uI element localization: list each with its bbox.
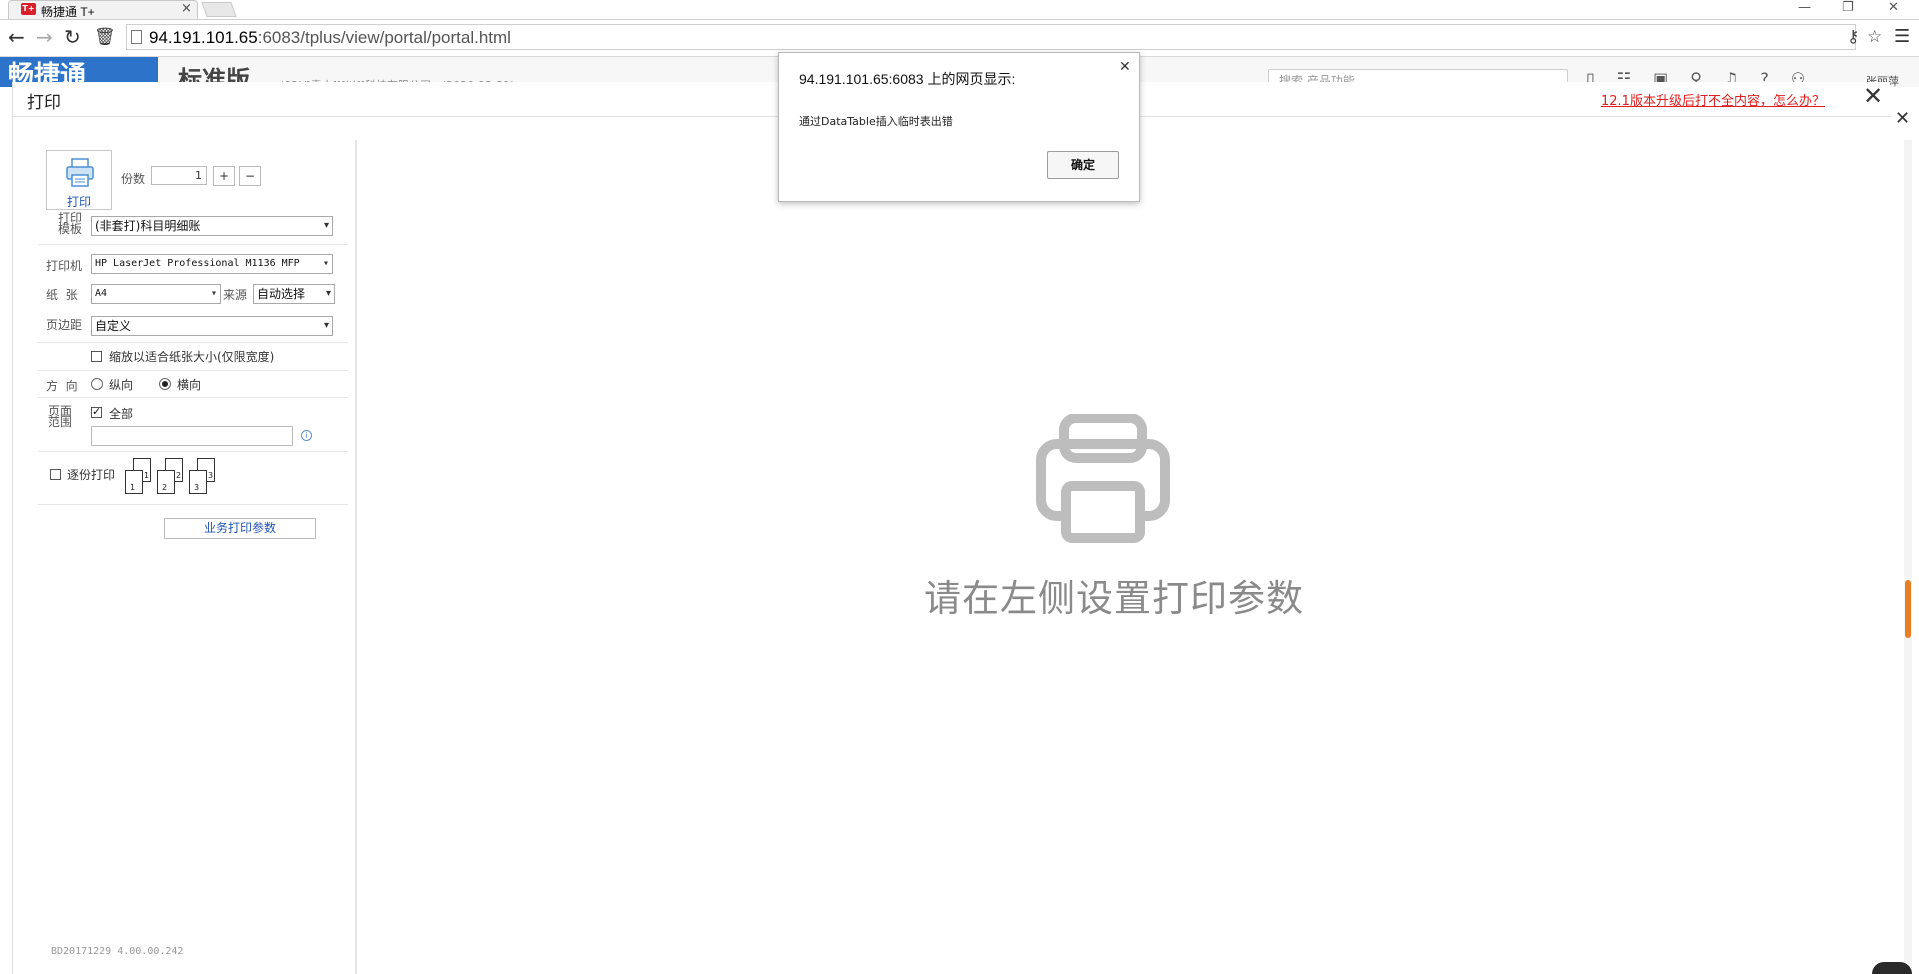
collate-page-number: 1: [130, 483, 136, 492]
chevron-down-icon: ▾: [322, 258, 329, 269]
app-favicon-icon: T+: [21, 3, 36, 15]
alert-dialog: 94.191.101.65:6083 上的网页显示: ✕ 通过DataTable…: [778, 52, 1140, 202]
all-pages-checkbox[interactable]: [91, 405, 102, 418]
collate-page-number: 2: [176, 471, 182, 480]
all-pages-label: 全部: [109, 407, 134, 421]
browser-menu-icon[interactable]: ☰: [1894, 26, 1910, 47]
paper-label: 纸 张: [46, 288, 78, 302]
page-icon: [131, 30, 142, 44]
copies-input[interactable]: 1: [151, 166, 207, 185]
collate-page-number: 3: [208, 471, 214, 480]
reload-icon[interactable]: ↻: [64, 26, 81, 48]
print-settings-panel: 打印 份数 1 + − 打印模板 (非套打)科目明细账 ▾ 打印机 HP Lase…: [13, 140, 357, 974]
alert-title: 94.191.101.65:6083 上的网页显示:: [799, 71, 1016, 87]
paper-select[interactable]: A4 ▾: [91, 284, 221, 304]
print-dialog: 打印 12.1版本升级后打不全内容，怎么办？ ✕ 打印 份数 1 + − 打印模…: [12, 82, 1891, 974]
alert-ok-button[interactable]: 确定: [1047, 151, 1119, 179]
printer-label: 打印机: [46, 259, 83, 273]
tab-title: 畅捷通 T+: [41, 5, 95, 19]
alert-message: 通过DataTable插入临时表出错: [799, 115, 953, 128]
portrait-label: 纵向: [109, 378, 134, 392]
browser-tabstrip: T+ 畅捷通 T+ × — ❐ ✕: [0, 0, 1919, 20]
key-icon[interactable]: ⚷: [1847, 27, 1859, 47]
scroll-corner: [1872, 962, 1912, 974]
landscape-radio[interactable]: [159, 378, 171, 390]
printer-placeholder-icon: [1036, 414, 1170, 543]
new-tab-button[interactable]: [201, 2, 237, 17]
minimize-icon[interactable]: —: [1798, 0, 1811, 15]
printer-icon: [66, 158, 94, 187]
landscape-label: 横向: [177, 378, 202, 392]
business-print-params-button[interactable]: 业务打印参数: [164, 518, 316, 539]
version-text: BD20171229 4.00.00.242: [51, 946, 184, 957]
divider: [38, 342, 348, 343]
collate-page-number: 3: [194, 483, 200, 492]
orientation-label: 方 向: [46, 379, 78, 393]
preview-hint: 请在左侧设置打印参数: [924, 577, 1304, 620]
back-icon[interactable]: ←: [8, 26, 25, 48]
print-dialog-close-icon[interactable]: ✕: [1863, 82, 1883, 110]
trash-icon[interactable]: 🗑: [94, 26, 116, 48]
margin-label: 页边距: [46, 318, 83, 332]
url-text[interactable]: 94.191.101.65:6083/tplus/view/portal/por…: [149, 28, 511, 48]
template-select[interactable]: (非套打)科目明细账 ▾: [91, 216, 333, 236]
print-dialog-title: 打印: [27, 93, 61, 113]
fit-width-label: 缩放以适合纸张大小(仅限宽度): [109, 350, 275, 364]
upgrade-notice-link[interactable]: 12.1版本升级后打不全内容，怎么办？: [1601, 90, 1825, 109]
collate-page-number: 2: [162, 483, 168, 492]
chevron-down-icon: ▾: [323, 320, 329, 331]
copies-minus-button[interactable]: −: [239, 166, 261, 186]
chevron-down-icon: ▾: [325, 288, 331, 299]
alert-close-icon[interactable]: ✕: [1119, 59, 1131, 75]
page-range-input[interactable]: [91, 426, 293, 446]
margin-select[interactable]: 自定义 ▾: [91, 316, 333, 336]
print-button[interactable]: 打印: [46, 150, 112, 210]
page-range-label: 页面范围: [48, 404, 73, 429]
portrait-radio[interactable]: [91, 378, 103, 390]
collate-label: 逐份打印: [67, 468, 116, 482]
printer-select[interactable]: HP LaserJet Professional M1136 MFP ▾: [91, 254, 333, 274]
address-bar[interactable]: 94.191.101.65:6083/tplus/view/portal/por…: [126, 24, 1882, 50]
print-button-label: 打印: [66, 195, 91, 209]
collate-page-number: 1: [144, 471, 150, 480]
outer-close-icon[interactable]: ✕: [1895, 108, 1910, 129]
info-icon[interactable]: i: [301, 430, 312, 441]
template-label: 打印模板: [57, 211, 82, 236]
tab-close-icon[interactable]: ×: [181, 1, 192, 16]
fit-width-checkbox[interactable]: [91, 351, 102, 362]
chevron-down-icon: ▾: [210, 288, 217, 299]
page-scrollbar[interactable]: [1904, 140, 1912, 974]
window-close-icon[interactable]: ✕: [1888, 0, 1899, 15]
forward-icon[interactable]: →: [36, 26, 53, 48]
restore-icon[interactable]: ❐: [1842, 0, 1854, 15]
divider: [38, 244, 348, 245]
divider: [38, 451, 348, 452]
source-select[interactable]: 自动选择 ▾: [253, 284, 335, 304]
collate-checkbox[interactable]: [50, 469, 61, 480]
scrollbar-thumb[interactable]: [1905, 580, 1911, 638]
chevron-down-icon: ▾: [323, 220, 329, 231]
copies-plus-button[interactable]: +: [213, 166, 235, 186]
divider: [38, 370, 348, 371]
divider: [38, 397, 348, 398]
bookmark-star-icon[interactable]: ☆: [1867, 27, 1882, 47]
divider: [38, 504, 348, 505]
browser-tab[interactable]: T+ 畅捷通 T+ ×: [8, 0, 198, 19]
copies-label: 份数: [121, 172, 146, 186]
source-label: 来源: [223, 288, 248, 302]
